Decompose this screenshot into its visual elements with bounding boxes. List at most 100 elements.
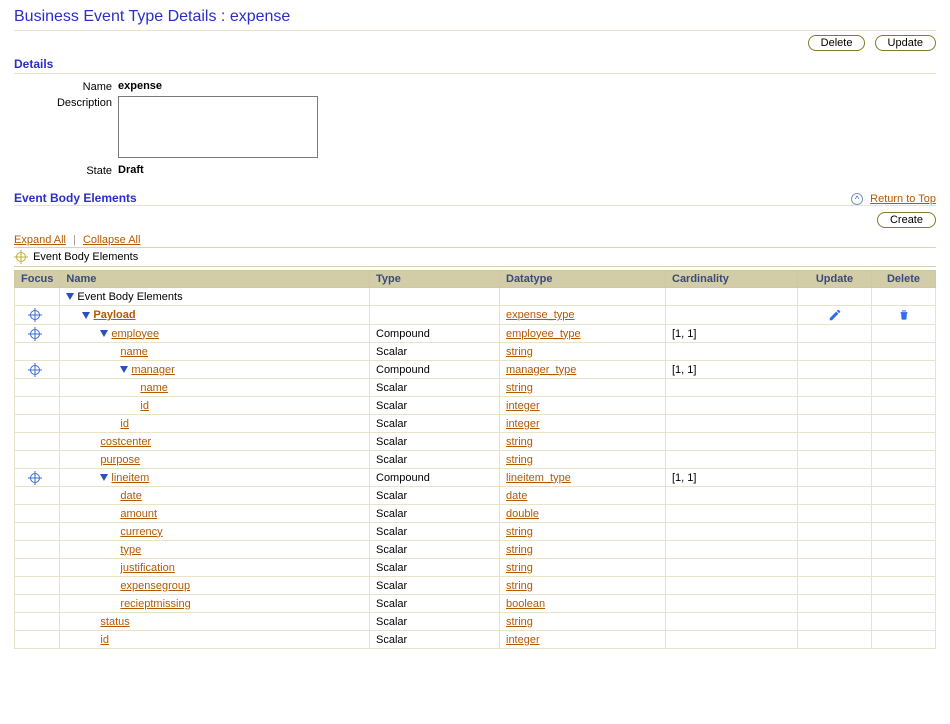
divider <box>14 30 936 31</box>
element-datatype[interactable]: date <box>506 490 527 502</box>
focus-icon[interactable] <box>30 365 40 375</box>
col-focus[interactable]: Focus <box>15 271 60 288</box>
element-cardinality <box>666 613 798 631</box>
name-value: expense <box>118 80 338 92</box>
element-name[interactable]: costcenter <box>100 436 151 448</box>
element-cardinality <box>666 433 798 451</box>
element-name[interactable]: currency <box>120 526 162 538</box>
element-name[interactable]: id <box>140 400 149 412</box>
delete-icon[interactable] <box>897 309 911 321</box>
element-type: Scalar <box>370 487 500 505</box>
edit-icon[interactable] <box>828 309 842 321</box>
update-button[interactable]: Update <box>875 35 936 51</box>
collapse-all-link[interactable]: Collapse All <box>83 234 140 246</box>
element-name[interactable]: employee <box>111 328 159 340</box>
element-datatype[interactable]: string <box>506 454 533 466</box>
table-row: expensegroup Scalar string <box>15 577 936 595</box>
col-delete[interactable]: Delete <box>872 271 936 288</box>
element-name[interactable]: type <box>120 544 141 556</box>
element-datatype[interactable]: lineitem_type <box>506 472 571 484</box>
table-row: statusScalarstring <box>15 613 936 631</box>
element-datatype[interactable]: integer <box>506 418 540 430</box>
delete-button[interactable]: Delete <box>808 35 866 51</box>
focus-icon[interactable] <box>30 310 40 320</box>
element-type: Compound <box>370 361 500 379</box>
element-name[interactable]: justification <box>120 562 174 574</box>
element-datatype[interactable]: string <box>506 382 533 394</box>
table-row: Event Body Elements <box>15 288 936 306</box>
element-datatype[interactable]: manager_type <box>506 364 576 376</box>
element-cardinality: [1, 1] <box>666 325 798 343</box>
create-button[interactable]: Create <box>877 212 936 228</box>
element-datatype[interactable]: boolean <box>506 598 545 610</box>
element-datatype[interactable]: string <box>506 346 533 358</box>
focus-icon[interactable] <box>30 473 40 483</box>
element-name[interactable]: status <box>100 616 129 628</box>
divider <box>14 205 936 206</box>
table-row: name Scalar string <box>15 379 936 397</box>
element-datatype[interactable]: double <box>506 508 539 520</box>
col-name[interactable]: Name <box>60 271 370 288</box>
table-row: currency Scalar string <box>15 523 936 541</box>
element-type: Scalar <box>370 523 500 541</box>
expand-toggle-icon[interactable] <box>82 312 90 319</box>
expand-toggle-icon[interactable] <box>100 330 108 337</box>
element-name: Event Body Elements <box>77 291 182 303</box>
element-datatype[interactable]: string <box>506 436 533 448</box>
state-value: Draft <box>118 164 338 176</box>
element-datatype[interactable]: employee_type <box>506 328 581 340</box>
body-header: Event Body Elements <box>14 191 137 205</box>
element-name[interactable]: Payload <box>93 309 135 321</box>
element-name[interactable]: recieptmissing <box>120 598 190 610</box>
element-name[interactable]: name <box>120 346 148 358</box>
element-type <box>370 288 500 306</box>
focus-icon[interactable] <box>30 329 40 339</box>
element-type: Scalar <box>370 343 500 361</box>
col-cardinality[interactable]: Cardinality <box>666 271 798 288</box>
description-textarea[interactable] <box>118 96 318 158</box>
details-grid: Name expense Description State Draft <box>22 80 936 177</box>
element-datatype[interactable]: integer <box>506 400 540 412</box>
element-type: Scalar <box>370 577 500 595</box>
element-datatype[interactable]: string <box>506 526 533 538</box>
element-cardinality <box>666 343 798 361</box>
table-row: id Scalar integer <box>15 397 936 415</box>
expand-toggle-icon[interactable] <box>66 293 74 300</box>
table-row: idScalarinteger <box>15 631 936 649</box>
element-type <box>370 306 500 325</box>
element-type: Scalar <box>370 397 500 415</box>
expand-all-link[interactable]: Expand All <box>14 234 66 246</box>
element-type: Scalar <box>370 379 500 397</box>
expand-toggle-icon[interactable] <box>120 366 128 373</box>
col-type[interactable]: Type <box>370 271 500 288</box>
element-datatype[interactable]: string <box>506 544 533 556</box>
element-datatype[interactable]: string <box>506 616 533 628</box>
element-name[interactable]: id <box>120 418 129 430</box>
col-update[interactable]: Update <box>798 271 872 288</box>
element-datatype[interactable]: string <box>506 562 533 574</box>
element-name[interactable]: purpose <box>100 454 140 466</box>
create-action-bar: Create <box>14 212 936 228</box>
element-cardinality <box>666 288 798 306</box>
element-name[interactable]: amount <box>120 508 157 520</box>
element-name[interactable]: date <box>120 490 141 502</box>
element-datatype[interactable]: expense_type <box>506 309 575 321</box>
element-name[interactable]: id <box>100 634 109 646</box>
tree-root-label: Event Body Elements <box>33 251 138 263</box>
element-name[interactable]: lineitem <box>111 472 149 484</box>
element-type: Scalar <box>370 595 500 613</box>
table-row: amountScalardouble <box>15 505 936 523</box>
element-name[interactable]: name <box>140 382 168 394</box>
element-datatype[interactable]: integer <box>506 634 540 646</box>
element-cardinality <box>666 487 798 505</box>
element-name[interactable]: expensegroup <box>120 580 190 592</box>
element-type: Scalar <box>370 433 500 451</box>
table-row: managerCompoundmanager_type[1, 1] <box>15 361 936 379</box>
expand-toggle-icon[interactable] <box>100 474 108 481</box>
element-cardinality <box>666 397 798 415</box>
element-name[interactable]: manager <box>131 364 174 376</box>
return-to-top-link[interactable]: Return to Top <box>870 193 936 205</box>
element-cardinality <box>666 541 798 559</box>
element-datatype[interactable]: string <box>506 580 533 592</box>
col-datatype[interactable]: Datatype <box>500 271 666 288</box>
